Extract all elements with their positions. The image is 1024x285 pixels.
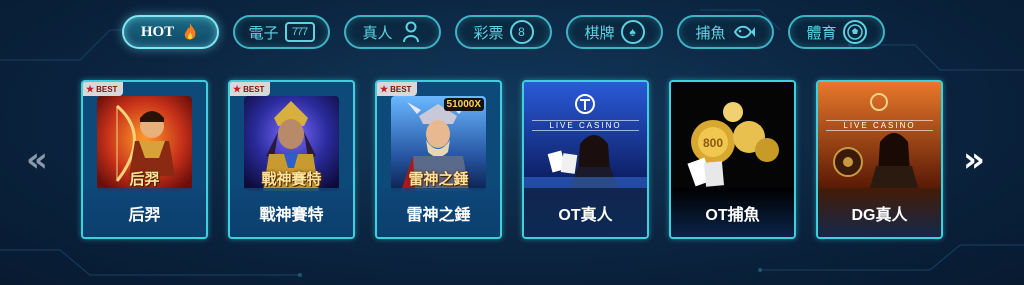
- star-icon: ★: [233, 83, 242, 94]
- game-art-houyi: 后羿: [97, 96, 192, 191]
- tab-label: 體育: [806, 24, 837, 42]
- game-card-thor[interactable]: ★ BEST 51000X 雷神之錘 雷神之錘: [375, 80, 502, 239]
- tab-lottery[interactable]: 彩票 8: [455, 15, 552, 49]
- game-art-title: 雷神之錘: [408, 171, 469, 188]
- star-icon: ★: [86, 83, 95, 94]
- flame-icon: [180, 20, 200, 44]
- multiplier-badge: 51000X: [443, 98, 484, 111]
- prev-arrow-button[interactable]: «: [26, 140, 48, 180]
- soccer-ball-icon: [842, 20, 867, 44]
- game-card-label: 戰神賽特: [230, 188, 353, 237]
- game-card-label: OT捕魚: [671, 188, 794, 237]
- game-card-dg-live[interactable]: LIVE CASINO DG真人: [816, 80, 943, 239]
- best-badge: ★ BEST: [230, 82, 271, 96]
- tab-sports[interactable]: 體育: [788, 15, 885, 49]
- game-card-seth[interactable]: ★ BEST 戰神賽特 戰神賽特: [228, 80, 355, 239]
- best-badge: ★ BEST: [377, 82, 418, 96]
- lottery-ball-icon: 8: [509, 20, 534, 44]
- tab-label: 捕魚: [695, 24, 726, 42]
- game-carousel: ★ BEST 后羿 后羿 ★ BEST 戰神賽特 戰神賽特 ★ BEST 510…: [81, 80, 943, 239]
- game-art-seth: 戰神賽特: [244, 96, 339, 191]
- game-card-houyi[interactable]: ★ BEST 后羿 后羿: [81, 80, 208, 239]
- game-card-label: DG真人: [818, 188, 941, 237]
- game-art-dg-live: LIVE CASINO: [818, 82, 941, 188]
- tab-hot[interactable]: HOT: [122, 15, 219, 49]
- tab-board[interactable]: 棋牌 ♠: [566, 15, 663, 49]
- live-casino-tag: LIVE CASINO: [532, 120, 639, 131]
- best-badge: ★ BEST: [83, 82, 124, 96]
- star-icon: ★: [380, 83, 389, 94]
- next-arrow-button[interactable]: »: [963, 140, 985, 180]
- game-art-title: 后羿: [129, 171, 160, 188]
- game-card-label: 雷神之錘: [377, 188, 500, 237]
- live-casino-tag: LIVE CASINO: [826, 120, 933, 131]
- game-card-ot-live[interactable]: LIVE CASINO OT真人: [522, 80, 649, 239]
- game-card-label: 后羿: [83, 188, 206, 237]
- game-art-ot-live: LIVE CASINO: [524, 82, 647, 188]
- dealer-icon: [399, 20, 423, 44]
- svg-text:800: 800: [703, 136, 723, 150]
- game-card-ot-fishing[interactable]: 800 OT捕魚: [669, 80, 796, 239]
- slot-777-icon: 777: [284, 22, 315, 42]
- tab-live[interactable]: 真人: [344, 15, 441, 49]
- game-art-ot-fishing: 800: [671, 82, 794, 188]
- game-art-thor: 51000X 雷神之錘: [391, 96, 486, 191]
- spade-chip-icon: ♠: [620, 20, 645, 44]
- tab-label: HOT: [140, 23, 175, 40]
- tab-label: 彩票: [473, 24, 504, 42]
- tab-label: 棋牌: [584, 24, 615, 42]
- tab-label: 真人: [362, 24, 393, 42]
- tab-electronic[interactable]: 電子 777: [233, 15, 330, 49]
- fish-icon: [732, 20, 756, 44]
- tab-fishing[interactable]: 捕魚: [677, 15, 774, 49]
- game-art-title: 戰神賽特: [261, 171, 322, 188]
- game-card-label: OT真人: [524, 188, 647, 237]
- category-tabs: HOT 電子 777 真人 彩票 8 棋牌 ♠ 捕魚 體育: [122, 15, 885, 49]
- tab-label: 電子: [248, 24, 279, 42]
